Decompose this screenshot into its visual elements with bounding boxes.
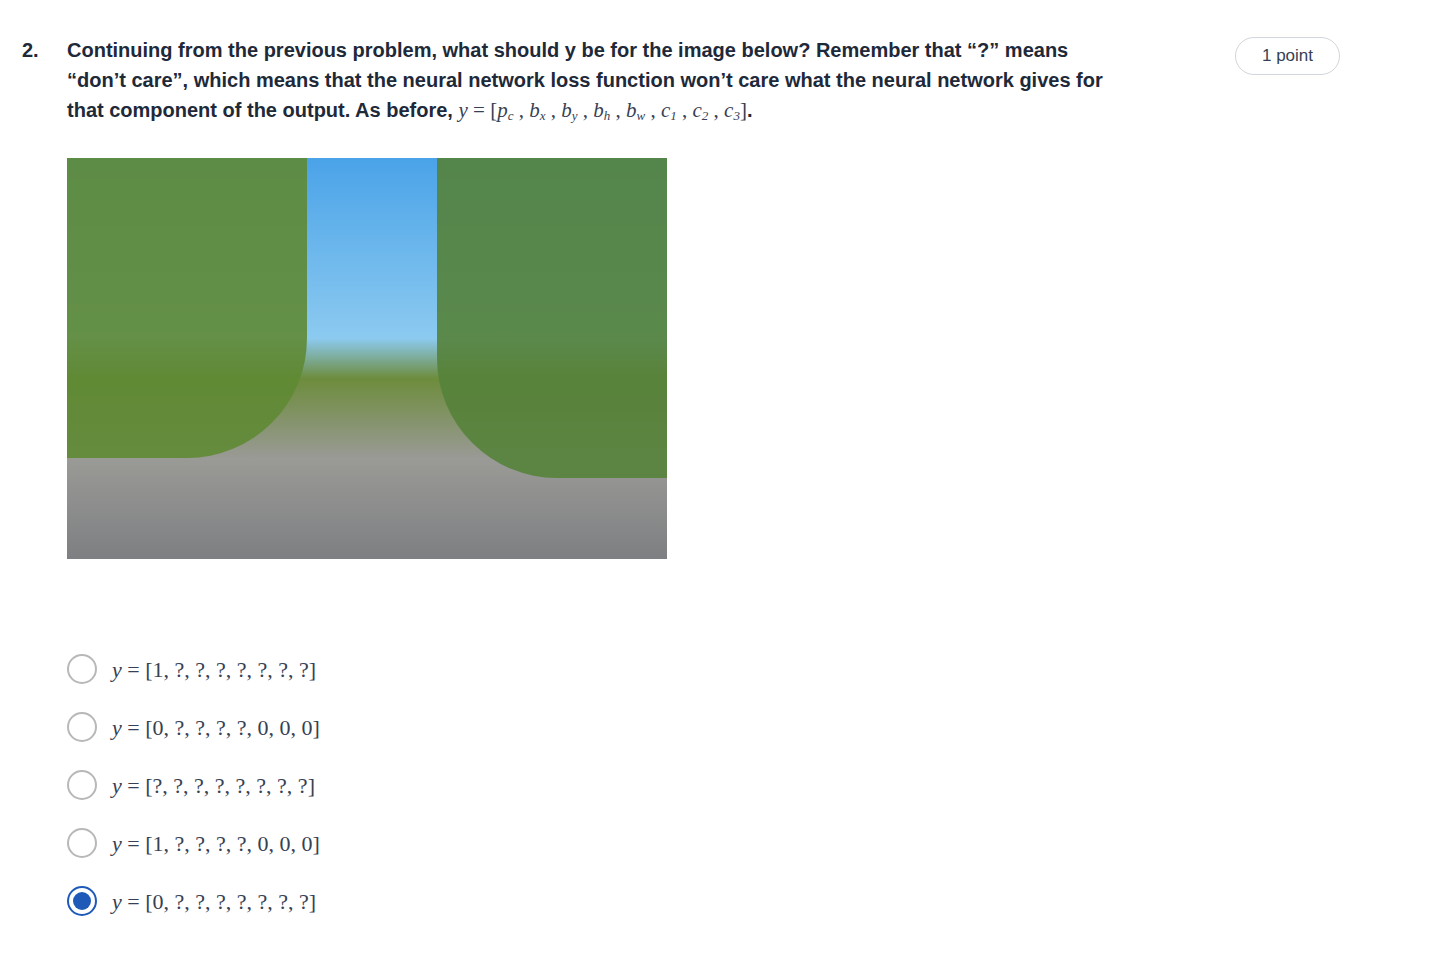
- points-badge: 1 point: [1235, 37, 1340, 75]
- answer-option[interactable]: y = [0, ?, ?, ?, ?, 0, 0, 0]: [67, 698, 1340, 756]
- answer-option[interactable]: y = [0, ?, ?, ?, ?, ?, ?, ?]: [67, 872, 1340, 930]
- radio-button[interactable]: [67, 712, 97, 742]
- option-label: y = [1, ?, ?, ?, ?, 0, 0, 0]: [112, 827, 320, 860]
- options-list: y = [1, ?, ?, ?, ?, ?, ?, ?] y = [0, ?, ?…: [67, 640, 1340, 930]
- formula: y = [pc , bx , by , bh , bw , c1 , c2 , …: [458, 98, 752, 122]
- option-label: y = [0, ?, ?, ?, ?, ?, ?, ?]: [112, 885, 316, 918]
- answer-option[interactable]: y = [1, ?, ?, ?, ?, 0, 0, 0]: [67, 814, 1340, 872]
- answer-option[interactable]: y = [?, ?, ?, ?, ?, ?, ?, ?]: [67, 756, 1340, 814]
- radio-button[interactable]: [67, 654, 97, 684]
- radio-button[interactable]: [67, 770, 97, 800]
- option-label: y = [?, ?, ?, ?, ?, ?, ?, ?]: [112, 769, 315, 802]
- option-label: y = [1, ?, ?, ?, ?, ?, ?, ?]: [112, 653, 316, 686]
- option-label: y = [0, ?, ?, ?, ?, 0, 0, 0]: [112, 711, 320, 744]
- radio-dot: [73, 892, 91, 910]
- road-photo: [67, 158, 667, 559]
- question-number: 2.: [22, 35, 67, 930]
- question-text: Continuing from the previous problem, wh…: [67, 35, 1117, 125]
- quiz-page: 2.Continuing from the previous problem, …: [0, 0, 1440, 960]
- question-block: 2.Continuing from the previous problem, …: [0, 0, 1440, 930]
- radio-button[interactable]: [67, 886, 97, 916]
- answer-option[interactable]: y = [1, ?, ?, ?, ?, ?, ?, ?]: [67, 640, 1340, 698]
- radio-button[interactable]: [67, 828, 97, 858]
